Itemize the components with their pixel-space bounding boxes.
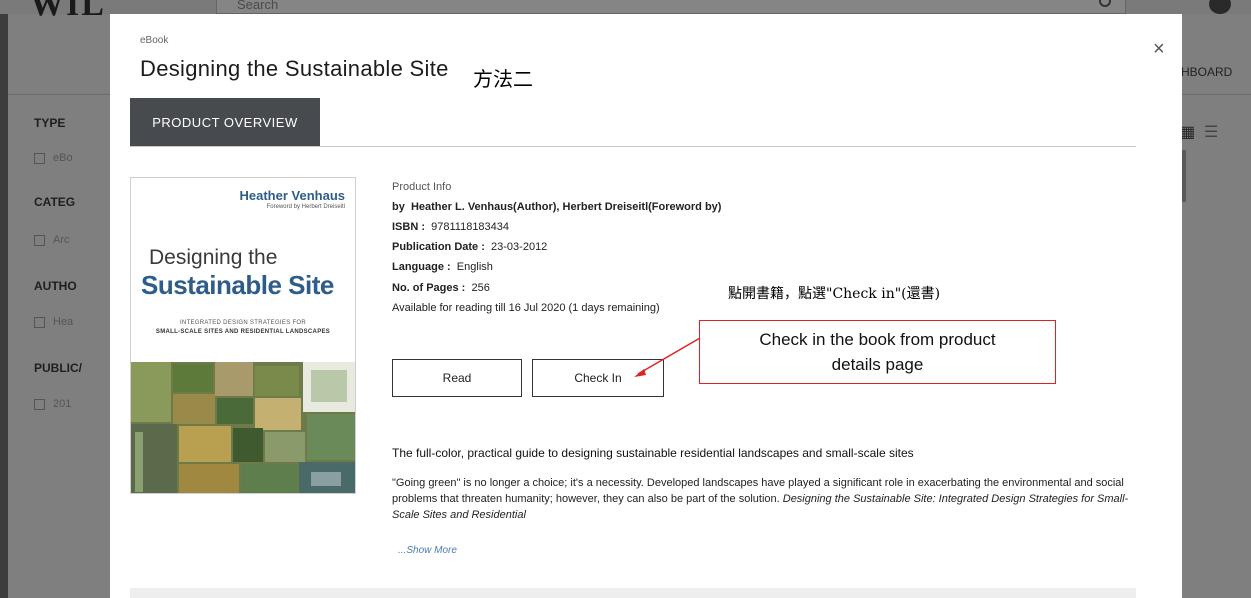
- product-publication-date: Publication Date : 23-03-2012: [392, 241, 548, 253]
- description-body: "Going green" is no longer a choice; it'…: [392, 477, 1129, 521]
- callout-line1: Check in the book from product: [759, 330, 996, 349]
- cover-foreword: Foreword by Herbert Dreiseitl: [266, 204, 345, 210]
- filter-title-publication: PUBLIC/: [34, 361, 82, 375]
- filter-title-type: TYPE: [34, 116, 66, 130]
- cover-author: Heather Venhaus: [239, 188, 346, 203]
- annotation-callout: Check in the book from product details p…: [699, 320, 1056, 384]
- search-placeholder: Search: [237, 0, 279, 12]
- product-isbn: ISBN : 9781118183434: [392, 221, 510, 233]
- show-more-link[interactable]: ...Show More: [398, 545, 457, 556]
- filter-title-category: CATEG: [34, 195, 76, 209]
- tab-product-overview-overlay[interactable]: PRODUCT OVERVIEW: [130, 98, 320, 146]
- cover-title-line1: Designing the: [149, 246, 278, 269]
- checkbox[interactable]: [34, 316, 45, 328]
- dashboard-link[interactable]: HBOARD: [1181, 65, 1232, 79]
- grid-view-icon[interactable]: ▦: [1180, 122, 1195, 142]
- checkbox[interactable]: [34, 398, 45, 410]
- callout-line2: details page: [831, 355, 924, 374]
- filter-item-author[interactable]: Hea: [34, 316, 73, 328]
- site-logo[interactable]: WIL: [30, 0, 106, 24]
- description-headline: The full-color, practical guide to desig…: [392, 446, 914, 460]
- annotation-method: 方法二: [473, 67, 533, 91]
- filter-item-category[interactable]: Arc: [34, 234, 70, 246]
- filter-title-author: AUTHO: [34, 279, 77, 293]
- read-button[interactable]: Read: [392, 359, 522, 397]
- search-icon[interactable]: [1099, 0, 1111, 7]
- product-pages: No. of Pages : 256: [392, 282, 490, 294]
- cover-title-line2: Sustainable Site: [141, 270, 334, 300]
- modal-title: Designing the Sustainable Site: [140, 56, 449, 81]
- cover-subtitle-line1: INTEGRATED DESIGN STRATEGIES FOR: [179, 320, 307, 326]
- product-authors: by Heather L. Venhaus(Author), Herbert D…: [392, 201, 722, 213]
- tab-divider: [130, 146, 1136, 147]
- book-cover: Heather Venhaus Foreword by Herbert Drei…: [130, 177, 356, 494]
- product-type-label: eBook: [140, 35, 169, 46]
- filter-item-type[interactable]: eBo: [34, 152, 73, 164]
- product-language: Language : English: [392, 261, 493, 273]
- top-bar: WIL Search: [0, 0, 1251, 23]
- close-icon[interactable]: ×: [1153, 38, 1165, 61]
- checkbox[interactable]: [34, 152, 45, 164]
- annotation-arrow: [634, 337, 701, 377]
- bottom-section: [130, 588, 1136, 598]
- checkbox[interactable]: [34, 234, 45, 246]
- availability-text: Available for reading till 16 Jul 2020 (…: [392, 302, 660, 314]
- list-view-icon[interactable]: ☰: [1204, 122, 1218, 142]
- left-shade: [0, 14, 8, 598]
- cover-subtitle-line2: SMALL-SCALE SITES AND RESIDENTIAL LANDSC…: [155, 329, 331, 335]
- filter-item-publication[interactable]: 201: [34, 398, 71, 410]
- product-info-heading: Product Info: [392, 181, 452, 193]
- annotation-checkin-instruction: 點開書籍，點選"Check in"(還書): [728, 286, 941, 302]
- cover-photo-collage: [131, 362, 355, 493]
- search-input[interactable]: Search: [216, 0, 1126, 14]
- avatar[interactable]: [1209, 0, 1231, 14]
